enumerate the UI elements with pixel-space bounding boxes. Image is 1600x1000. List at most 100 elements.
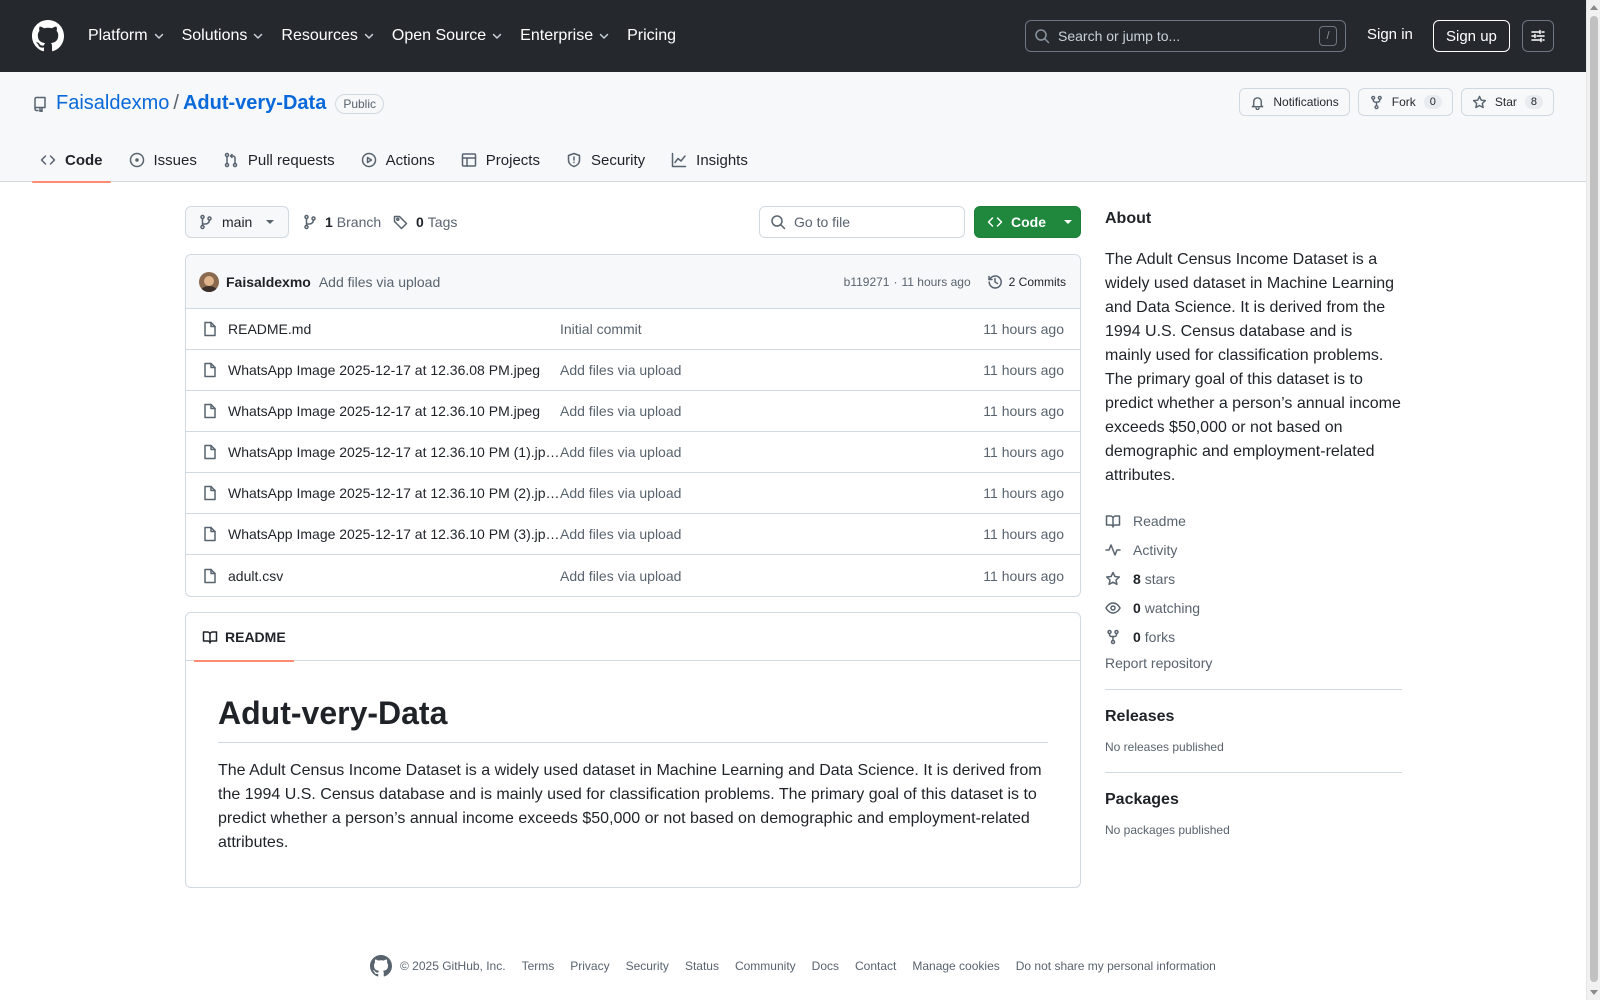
file-age: 11 hours ago (983, 567, 1064, 584)
global-search[interactable]: / (1025, 20, 1346, 52)
tab-issues[interactable]: Issues (121, 138, 205, 182)
file-row[interactable]: WhatsApp Image 2025-12-17 at 12.36.10 PM… (186, 391, 1080, 432)
scroll-up-arrow-icon[interactable] (1590, 5, 1598, 10)
footer-link-contact[interactable]: Contact (855, 959, 896, 973)
tab-insights[interactable]: Insights (663, 138, 756, 182)
tab-security[interactable]: Security (558, 138, 653, 182)
readme-link[interactable]: Readme (1105, 506, 1402, 535)
sign-up-button[interactable]: Sign up (1433, 20, 1510, 52)
github-mark-icon[interactable] (370, 955, 392, 977)
about-sidebar: About The Adult Census Income Dataset is… (1105, 210, 1402, 837)
readme-tab[interactable]: README (194, 613, 294, 662)
footer-link-do-not-share-my-personal-information[interactable]: Do not share my personal information (1016, 959, 1216, 973)
commit-author-link[interactable]: Faisaldexmo (226, 274, 311, 290)
nav-enterprise[interactable]: Enterprise (520, 27, 610, 45)
tab-actions[interactable]: Actions (353, 138, 443, 182)
settings-menu-button[interactable] (1522, 20, 1554, 52)
github-logo-icon[interactable] (32, 20, 64, 52)
nav-platform[interactable]: Platform (88, 27, 165, 45)
tab-code[interactable]: Code (32, 138, 111, 183)
stars-link[interactable]: 8 stars (1105, 564, 1402, 593)
tags-link[interactable]: 0 Tags (393, 206, 457, 238)
file-commit-message-link[interactable]: Add files via upload (560, 485, 983, 501)
pull-request-icon (224, 152, 238, 168)
branches-link[interactable]: 1 Branch (302, 206, 381, 238)
footer-link-status[interactable]: Status (685, 959, 719, 973)
repo-owner-link[interactable]: Faisaldexmo (56, 92, 169, 115)
footer-link-terms[interactable]: Terms (522, 959, 555, 973)
go-to-file[interactable] (759, 206, 975, 238)
file-commit-message-link[interactable]: Add files via upload (560, 403, 983, 419)
file-commit-message-link[interactable]: Add files via upload (560, 444, 983, 460)
author-avatar[interactable] (199, 271, 219, 292)
file-name-link[interactable]: WhatsApp Image 2025-12-17 at 12.36.10 PM… (228, 444, 560, 460)
releases-heading[interactable]: Releases (1105, 708, 1402, 726)
activity-link[interactable]: Activity (1105, 535, 1402, 564)
about-description: The Adult Census Income Dataset is a wid… (1105, 251, 1401, 484)
file-name-link[interactable]: WhatsApp Image 2025-12-17 at 12.36.08 PM… (228, 362, 560, 378)
nav-resources[interactable]: Resources (281, 27, 374, 45)
bell-icon (1252, 96, 1264, 110)
commit-message-link[interactable]: Add files via upload (319, 274, 440, 290)
file-commit-message-link[interactable]: Add files via upload (560, 362, 983, 378)
file-commit-message-link[interactable]: Add files via upload (560, 568, 983, 584)
file-name-link[interactable]: adult.csv (228, 568, 560, 584)
commits-history-link[interactable]: 2 Commits (987, 274, 1066, 290)
readme-panel: README Adut-very-Data The Adult Census I… (185, 612, 1081, 888)
file-name-link[interactable]: WhatsApp Image 2025-12-17 at 12.36.10 PM… (228, 526, 560, 542)
footer-link-community[interactable]: Community (735, 959, 796, 973)
watching-label: watching (1144, 599, 1201, 616)
file-row[interactable]: README.md Initial commit 11 hours ago (186, 309, 1080, 350)
file-row[interactable]: WhatsApp Image 2025-12-17 at 12.36.10 PM… (186, 432, 1080, 473)
global-header: Platform Solutions Resources Open Source Ent… (0, 0, 1586, 72)
readme-tab-label: README (225, 629, 286, 645)
footer-link-security[interactable]: Security (626, 959, 669, 973)
file-row[interactable]: adult.csv Add files via upload 11 hours ag… (186, 555, 1080, 596)
page-footer: © 2025 GitHub, Inc. Terms Privacy Security… (370, 955, 1232, 977)
file-row[interactable]: WhatsApp Image 2025-12-17 at 12.36.08 PM… (186, 350, 1080, 391)
scrollbar-thumb[interactable] (1590, 16, 1598, 982)
packages-heading[interactable]: Packages (1105, 791, 1402, 809)
forks-link[interactable]: 0 forks (1105, 622, 1402, 651)
code-icon (987, 217, 1003, 227)
page-scrollbar[interactable] (1586, 0, 1600, 1000)
watching-link[interactable]: 0 watching (1105, 593, 1402, 622)
scroll-down-arrow-icon[interactable] (1590, 990, 1598, 995)
notifications-button[interactable]: Notifications (1239, 88, 1350, 116)
file-name-link[interactable]: WhatsApp Image 2025-12-17 at 12.36.10 PM… (228, 403, 560, 419)
file-name-link[interactable]: WhatsApp Image 2025-12-17 at 12.36.10 PM… (228, 485, 560, 501)
sign-in-link[interactable]: Sign in (1367, 26, 1413, 43)
star-button[interactable]: Star 8 (1460, 88, 1554, 116)
footer-link-docs[interactable]: Docs (812, 959, 839, 973)
file-commit-message-link[interactable]: Add files via upload (560, 526, 983, 542)
nav-solutions[interactable]: Solutions (182, 27, 265, 45)
file-name-link[interactable]: README.md (228, 321, 560, 337)
repo-tabs: Code Issues Pull requests Actions Projects Se… (32, 138, 766, 183)
file-row[interactable]: WhatsApp Image 2025-12-17 at 12.36.10 PM… (186, 514, 1080, 555)
commit-meta: b119271 · 11 hours ago (844, 275, 971, 289)
fork-button[interactable]: Fork 0 (1357, 88, 1453, 116)
code-dropdown-button[interactable]: Code (974, 206, 1081, 238)
tab-projects[interactable]: Projects (453, 138, 548, 182)
commit-hash-link[interactable]: b119271 (844, 275, 890, 289)
nav-pricing[interactable]: Pricing (627, 27, 676, 45)
star-count: 8 (1524, 95, 1543, 109)
report-repository-link[interactable]: Report repository (1105, 655, 1402, 671)
repo-name-link[interactable]: Adut-very-Data (183, 92, 326, 115)
nav-open-source[interactable]: Open Source (392, 27, 503, 45)
chevron-down-icon (364, 33, 374, 39)
branch-selector[interactable]: main (185, 206, 289, 238)
packages-empty-text: No packages published (1105, 823, 1230, 837)
footer-link-privacy[interactable]: Privacy (570, 959, 609, 973)
footer-link-manage-cookies[interactable]: Manage cookies (912, 959, 999, 973)
star-icon (1105, 571, 1121, 585)
global-search-input[interactable] (1058, 28, 1319, 44)
commit-meta-dot: · (893, 274, 898, 289)
readme-text: The Adult Census Income Dataset is a wid… (218, 762, 1042, 851)
go-to-file-input[interactable] (794, 214, 975, 230)
tab-label: Actions (385, 151, 435, 169)
file-commit-message-link[interactable]: Initial commit (560, 321, 983, 337)
releases-empty-text: No releases published (1105, 740, 1224, 754)
file-row[interactable]: WhatsApp Image 2025-12-17 at 12.36.10 PM… (186, 473, 1080, 514)
tab-pull-requests[interactable]: Pull requests (215, 138, 343, 182)
